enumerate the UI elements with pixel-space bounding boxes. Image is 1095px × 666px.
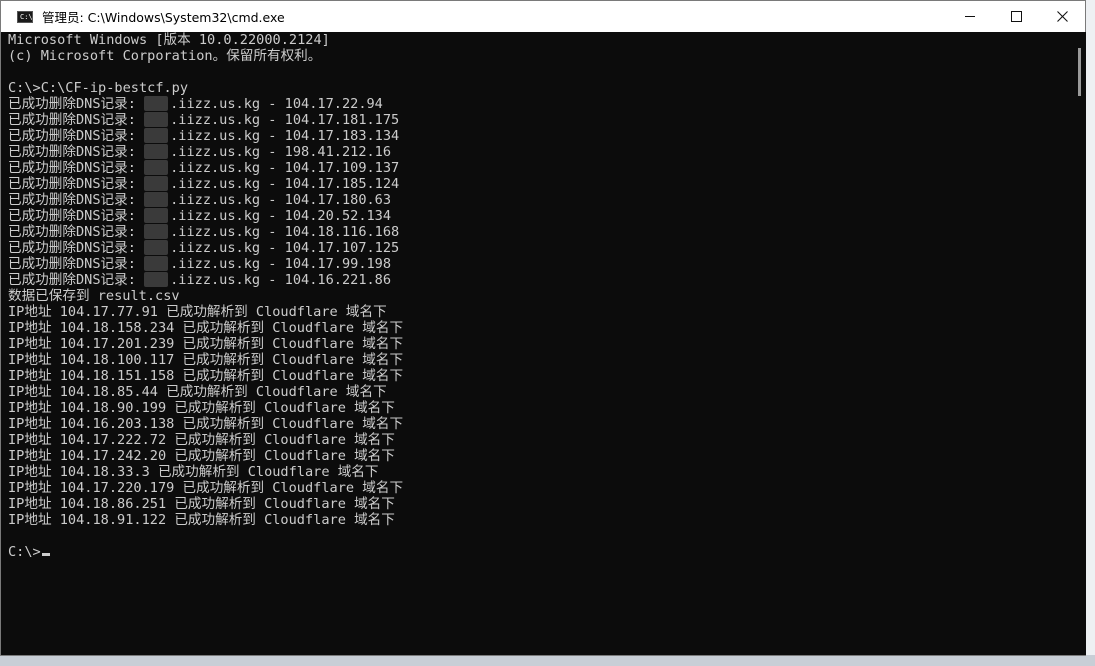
console-line: Microsoft Windows [版本 10.0.22000.2124] — [8, 32, 330, 48]
close-button[interactable] — [1039, 1, 1085, 32]
window-title: 管理员: C:\Windows\System32\cmd.exe — [42, 10, 285, 25]
console-line: 已成功删除DNS记录: .iizz.us.kg - 104.17.109.137 — [8, 160, 400, 176]
cmd-icon[interactable]: C:\ — [17, 10, 33, 23]
console-line: IP地址 104.17.220.179 已成功解析到 Cloudflare 域名… — [8, 480, 404, 496]
background-window-edge — [1086, 0, 1095, 666]
console-line: IP地址 104.18.100.117 已成功解析到 Cloudflare 域名… — [8, 352, 404, 368]
console-line: IP地址 104.18.151.158 已成功解析到 Cloudflare 域名… — [8, 368, 404, 384]
console-line: IP地址 104.17.242.20 已成功解析到 Cloudflare 域名下 — [8, 448, 395, 464]
redacted-subdomain — [144, 176, 169, 191]
console-line: (c) Microsoft Corporation。保留所有权利。 — [8, 48, 322, 64]
console-line: IP地址 104.17.222.72 已成功解析到 Cloudflare 域名下 — [8, 432, 395, 448]
desktop-taskbar-edge — [0, 655, 1095, 666]
cmd-window[interactable]: C:\ 管理员: C:\Windows\System32\cmd.exe Mic… — [0, 0, 1086, 656]
redacted-subdomain — [144, 272, 169, 287]
console-line: 已成功删除DNS记录: .iizz.us.kg - 104.17.99.198 — [8, 256, 392, 272]
console-line: 已成功删除DNS记录: .iizz.us.kg - 104.17.183.134 — [8, 128, 400, 144]
vertical-scrollbar[interactable] — [1070, 32, 1086, 655]
console-line: IP地址 104.18.33.3 已成功解析到 Cloudflare 域名下 — [8, 464, 379, 480]
title-bar[interactable]: C:\ 管理员: C:\Windows\System32\cmd.exe — [1, 1, 1085, 32]
console-line: IP地址 104.18.85.44 已成功解析到 Cloudflare 域名下 — [8, 384, 387, 400]
console-line: 已成功删除DNS记录: .iizz.us.kg - 104.20.52.134 — [8, 208, 392, 224]
console-line: IP地址 104.18.158.234 已成功解析到 Cloudflare 域名… — [8, 320, 404, 336]
minimize-button[interactable] — [947, 1, 993, 32]
redacted-subdomain — [144, 256, 169, 271]
console-output[interactable]: Microsoft Windows [版本 10.0.22000.2124] (c… — [8, 32, 1070, 654]
console-line: C:\>C:\CF-ip-bestcf.py — [8, 80, 189, 96]
console-line: 数据已保存到 result.csv — [8, 288, 180, 304]
redacted-subdomain — [144, 160, 169, 175]
text-cursor — [41, 553, 50, 556]
redacted-subdomain — [144, 240, 169, 255]
console-line: 已成功删除DNS记录: .iizz.us.kg - 104.17.185.124 — [8, 176, 400, 192]
console-line: IP地址 104.18.90.199 已成功解析到 Cloudflare 域名下 — [8, 400, 395, 416]
console-line: IP地址 104.16.203.138 已成功解析到 Cloudflare 域名… — [8, 416, 404, 432]
console-line: IP地址 104.18.91.122 已成功解析到 Cloudflare 域名下 — [8, 512, 395, 528]
close-icon — [1056, 11, 1068, 22]
console-line: 已成功删除DNS记录: .iizz.us.kg - 104.17.107.125 — [8, 240, 400, 256]
console-line: 已成功删除DNS记录: .iizz.us.kg - 104.17.180.63 — [8, 192, 392, 208]
redacted-subdomain — [144, 128, 169, 143]
console-line: IP地址 104.18.86.251 已成功解析到 Cloudflare 域名下 — [8, 496, 395, 512]
console-line: IP地址 104.17.77.91 已成功解析到 Cloudflare 域名下 — [8, 304, 387, 320]
redacted-subdomain — [144, 144, 169, 159]
redacted-subdomain — [144, 208, 169, 223]
redacted-subdomain — [144, 112, 169, 127]
console-line: 已成功删除DNS记录: .iizz.us.kg - 104.16.221.86 — [8, 272, 392, 288]
console-line: 已成功删除DNS记录: .iizz.us.kg - 104.18.116.168 — [8, 224, 400, 240]
redacted-subdomain — [144, 96, 169, 111]
scrollbar-thumb[interactable] — [1078, 48, 1081, 96]
redacted-subdomain — [144, 192, 169, 207]
caption-buttons — [947, 1, 1085, 32]
console-line: 已成功删除DNS记录: .iizz.us.kg - 104.17.181.175 — [8, 112, 400, 128]
console-line: 已成功删除DNS记录: .iizz.us.kg - 104.17.22.94 — [8, 96, 383, 112]
redacted-subdomain — [144, 224, 169, 239]
console-line: C:\> — [8, 544, 1070, 560]
maximize-button[interactable] — [993, 1, 1039, 32]
console-line: 已成功删除DNS记录: .iizz.us.kg - 198.41.212.16 — [8, 144, 392, 160]
console-line: IP地址 104.17.201.239 已成功解析到 Cloudflare 域名… — [8, 336, 404, 352]
